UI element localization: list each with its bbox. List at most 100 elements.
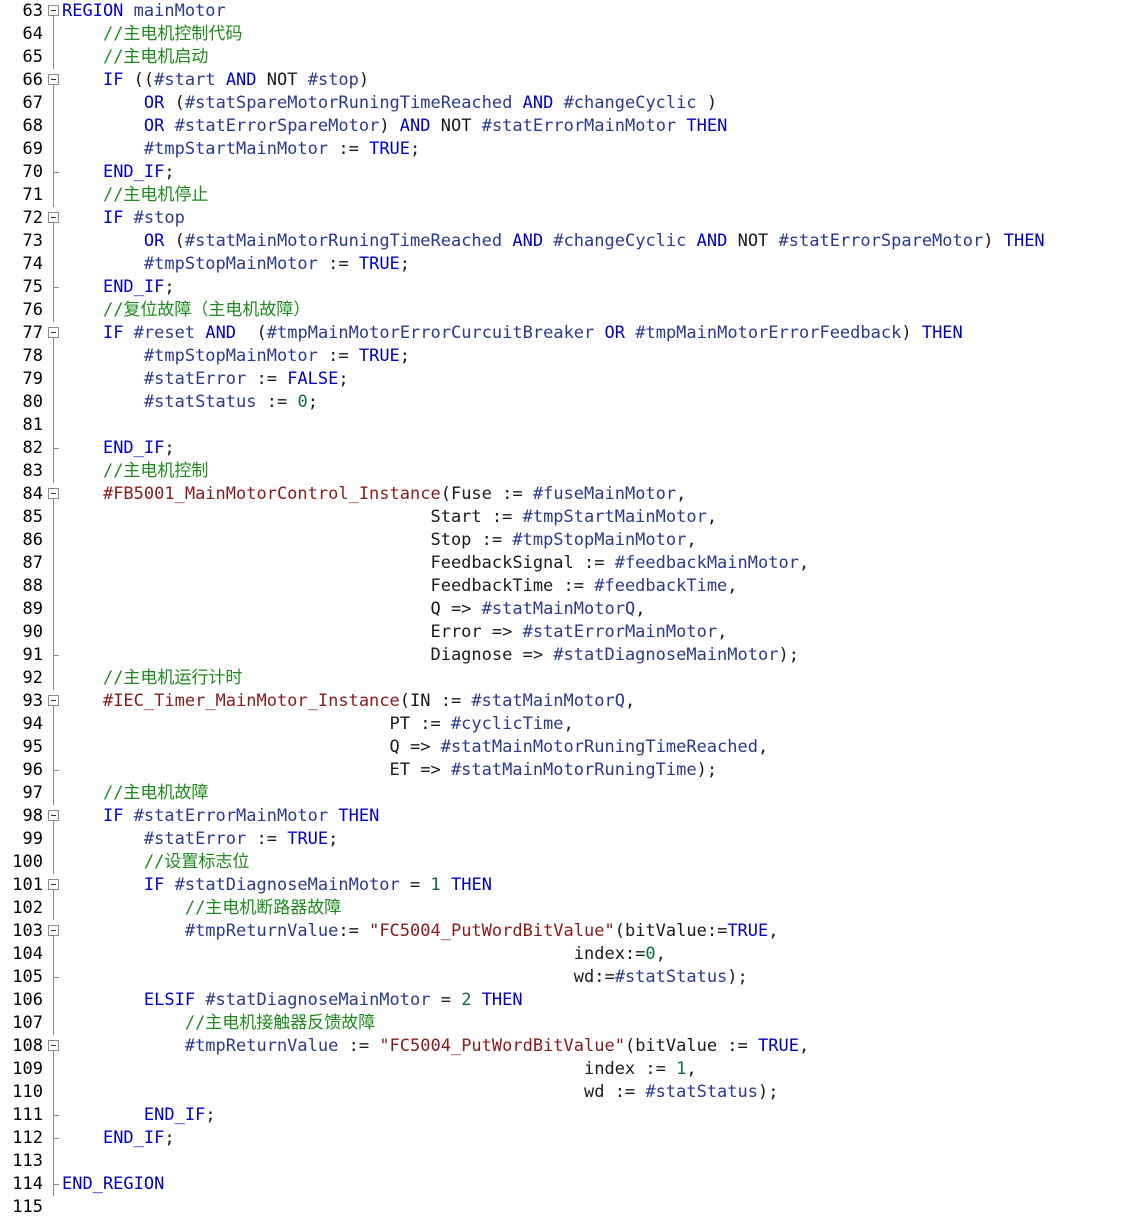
code-line[interactable]: 79 #statError := FALSE;	[0, 368, 1134, 391]
line-number: 107	[12, 1013, 43, 1033]
code-line[interactable]: 70 END_IF;	[0, 161, 1134, 184]
code-token: :=	[338, 1036, 380, 1056]
code-token: OR	[143, 231, 165, 251]
code-text: IF #statDiagnoseMainMotor = 1 THEN	[62, 874, 492, 897]
collapse-toggle-icon[interactable]	[48, 327, 59, 351]
code-token: OR	[143, 93, 165, 113]
code-line[interactable]: 83 //主电机控制	[0, 460, 1134, 483]
code-line[interactable]: 104 index:=0,	[0, 943, 1134, 966]
code-line[interactable]: 99 #statError := TRUE;	[0, 828, 1134, 851]
code-line[interactable]: 95 Q => #statMainMotorRuningTimeReached,	[0, 736, 1134, 759]
code-token: #statSpareMotorRuningTimeReached	[184, 93, 513, 113]
code-line[interactable]: 74 #tmpStopMainMotor := TRUE;	[0, 253, 1134, 276]
code-line[interactable]: 103 #tmpReturnValue:= "FC5004_PutWordBit…	[0, 920, 1134, 949]
code-token: #statDiagnoseMainMotor	[195, 990, 431, 1010]
fold-guide	[53, 299, 54, 322]
code-editor[interactable]: 63 REGION mainMotor 64 //主电机控制代码 65 //主电机启动…	[0, 0, 1134, 1220]
code-line[interactable]: 85 Start := #tmpStartMainMotor,	[0, 506, 1134, 529]
code-line[interactable]: 68 OR #statErrorSpareMotor) AND NOT #sta…	[0, 115, 1134, 138]
code-line[interactable]: 86 Stop := #tmpStopMainMotor,	[0, 529, 1134, 552]
code-line[interactable]: 89 Q => #statMainMotorQ,	[0, 598, 1134, 621]
code-line[interactable]: 66 IF ((#start AND NOT #stop)	[0, 69, 1134, 98]
collapse-toggle-icon[interactable]	[48, 810, 59, 834]
line-number: 77	[22, 323, 43, 343]
code-token: ;	[307, 392, 318, 412]
code-line[interactable]: 115	[0, 1196, 1134, 1219]
code-token: OR	[143, 116, 165, 136]
code-line[interactable]: 78 #tmpStopMainMotor := TRUE;	[0, 345, 1134, 368]
code-line[interactable]: 108 #tmpReturnValue := "FC5004_PutWordBi…	[0, 1035, 1134, 1064]
code-text: wd:=#statStatus);	[62, 966, 748, 989]
code-line[interactable]: 82 END_IF;	[0, 437, 1134, 460]
code-line[interactable]: 76 //复位故障（主电机故障）	[0, 299, 1134, 322]
code-token: #stop	[307, 70, 359, 90]
code-line[interactable]: 64 //主电机控制代码	[0, 23, 1134, 46]
code-line[interactable]: 101 IF #statDiagnoseMainMotor = 1 THEN	[0, 874, 1134, 903]
code-line[interactable]: 87 FeedbackSignal := #feedbackMainMotor,	[0, 552, 1134, 575]
code-text: Error => #statErrorMainMotor,	[62, 621, 727, 644]
code-line[interactable]: 109 index := 1,	[0, 1058, 1134, 1081]
code-token: ,	[717, 622, 728, 642]
code-line[interactable]: 71 //主电机停止	[0, 184, 1134, 207]
collapse-toggle-icon[interactable]	[48, 925, 59, 949]
code-line[interactable]: 113	[0, 1150, 1134, 1173]
collapse-toggle-icon[interactable]	[48, 695, 59, 719]
code-line[interactable]: 105 wd:=#statStatus);	[0, 966, 1134, 989]
code-line[interactable]: 90 Error => #statErrorMainMotor,	[0, 621, 1134, 644]
code-token: #tmpStartMainMotor	[143, 139, 329, 159]
code-token: ;	[399, 254, 411, 274]
code-line[interactable]: 102 //主电机断路器故障	[0, 897, 1134, 920]
code-token: ;	[338, 369, 349, 389]
code-line[interactable]: 84 #FB5001_MainMotorControl_Instance(Fus…	[0, 483, 1134, 512]
code-token: ,	[686, 530, 697, 550]
collapse-toggle-icon[interactable]	[48, 488, 59, 512]
collapse-toggle-icon[interactable]	[48, 74, 59, 98]
code-line[interactable]: 69 #tmpStartMainMotor := TRUE;	[0, 138, 1134, 161]
code-line[interactable]: 97 //主电机故障	[0, 782, 1134, 805]
line-number: 63	[22, 1, 43, 21]
code-line[interactable]: 73 OR (#statMainMotorRuningTimeReached A…	[0, 230, 1134, 253]
code-line[interactable]: 94 PT := #cyclicTime,	[0, 713, 1134, 736]
fold-guide	[53, 253, 54, 276]
code-token: index:=	[573, 944, 646, 964]
code-line[interactable]: 80 #statStatus := 0;	[0, 391, 1134, 414]
code-line[interactable]: 92 //主电机运行计时	[0, 667, 1134, 690]
code-line[interactable]: 75 END_IF;	[0, 276, 1134, 299]
code-line[interactable]: 63 REGION mainMotor	[0, 0, 1134, 29]
code-token: TRUE	[358, 254, 400, 274]
fold-guide	[53, 621, 54, 644]
code-line[interactable]: 107 //主电机接触器反馈故障	[0, 1012, 1134, 1035]
code-line[interactable]: 110 wd := #statStatus);	[0, 1081, 1134, 1104]
collapse-toggle-icon[interactable]	[48, 879, 59, 903]
code-line[interactable]: 65 //主电机启动	[0, 46, 1134, 69]
code-line[interactable]: 112 END_IF;	[0, 1127, 1134, 1150]
code-line[interactable]: 77 IF #reset AND (#tmpMainMotorErrorCurc…	[0, 322, 1134, 351]
code-line[interactable]: 100 //设置标志位	[0, 851, 1134, 874]
code-line[interactable]: 72 IF #stop	[0, 207, 1134, 236]
code-token: )	[983, 231, 1004, 251]
line-number: 75	[22, 277, 43, 297]
code-line[interactable]: 91 Diagnose => #statDiagnoseMainMotor);	[0, 644, 1134, 667]
code-line[interactable]: 67 OR (#statSpareMotorRuningTimeReached …	[0, 92, 1134, 115]
code-line[interactable]: 98 IF #statErrorMainMotor THEN	[0, 805, 1134, 834]
line-number: 64	[22, 24, 43, 44]
code-line[interactable]: 96 ET => #statMainMotorRuningTime);	[0, 759, 1134, 782]
fold-guide	[53, 943, 54, 966]
code-token: //主电机启动	[102, 47, 209, 67]
code-token: "FC5004_PutWordBitValue"	[369, 921, 615, 941]
collapse-toggle-icon[interactable]	[48, 5, 59, 29]
code-token: (	[236, 323, 267, 343]
collapse-toggle-icon[interactable]	[48, 212, 59, 236]
code-line[interactable]: 114 END_REGION	[0, 1173, 1134, 1196]
code-token: #tmpMainMotorErrorCurcuitBreaker	[266, 323, 595, 343]
code-token: ;	[205, 1105, 216, 1125]
line-number: 101	[12, 875, 43, 895]
collapse-toggle-icon[interactable]	[48, 1040, 59, 1064]
code-line[interactable]: 81	[0, 414, 1134, 437]
code-token: IF	[102, 806, 124, 826]
code-token: #fuseMainMotor	[532, 484, 677, 504]
code-line[interactable]: 106 ELSIF #statDiagnoseMainMotor = 2 THE…	[0, 989, 1134, 1012]
code-line[interactable]: 111 END_IF;	[0, 1104, 1134, 1127]
code-line[interactable]: 88 FeedbackTime := #feedbackTime,	[0, 575, 1134, 598]
code-line[interactable]: 93 #IEC_Timer_MainMotor_Instance(IN := #…	[0, 690, 1134, 719]
